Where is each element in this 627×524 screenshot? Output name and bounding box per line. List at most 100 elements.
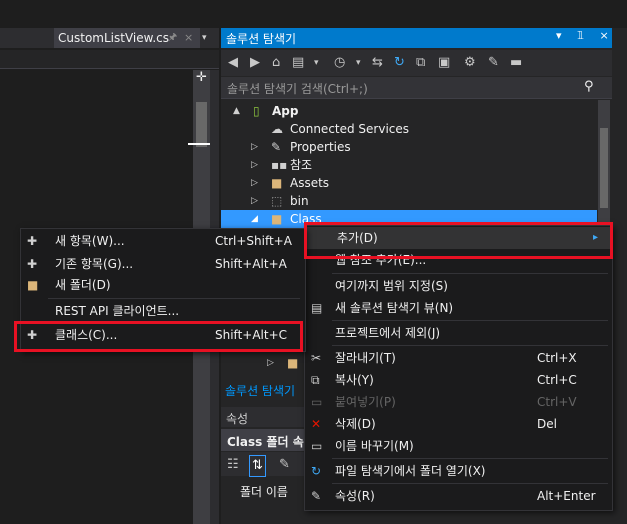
pin-icon[interactable]: 🖈 [168,28,177,48]
expand-arrow-icon[interactable]: ▷ [267,354,274,372]
switch-views-icon[interactable]: ▤ [292,53,304,73]
menu-item-label: 새 솔루션 탐색기 뷰(N) [335,301,454,315]
menu-item-label: 새 항목(W)... [55,234,125,248]
tree-item-references[interactable]: ▷ ▪▪ 참조 [221,156,597,174]
back-icon[interactable]: ◀ [228,53,238,73]
tab-solution-explorer[interactable]: 솔루션 탐색기 [221,380,305,402]
folder-dotted-icon: ⬚ [271,194,283,208]
rename-icon: ▭ [311,439,323,453]
menu-item-label: 복사(Y) [335,373,374,387]
wrench-icon[interactable]: ✎ [488,53,499,73]
wrench-icon: ✎ [271,140,282,154]
tree-scrollbar-thumb[interactable] [600,128,608,208]
collapse-all-icon[interactable]: ⧉ [416,53,425,73]
menu-item-label: 프로젝트에서 제외(J) [335,326,441,340]
menu-item-rename[interactable]: ▭ 이름 바꾸기(M) [305,435,610,457]
tree-item-assets[interactable]: ▷ ■ Assets [221,174,597,192]
menu-item-exclude-from-project[interactable]: 프로젝트에서 제외(J) [305,322,610,344]
menu-item-label: REST API 클라이언트... [55,304,180,318]
preview-icon[interactable]: ▬ [510,53,522,73]
folder-icon: ■ [271,212,283,226]
highlight-box-class [14,321,303,352]
tree-item-properties[interactable]: ▷ ✎ Properties [221,138,597,156]
cut-icon: ✂ [311,351,322,365]
delete-icon: ✕ [311,417,322,431]
tree-item-connected-services[interactable]: ☁ Connected Services [221,120,597,138]
tree-item-label: 참조 [290,158,313,172]
new-view-icon: ▤ [311,301,323,315]
properties-object-name: Class 폴더 속 [227,435,304,449]
menu-item-paste[interactable]: ▭ 붙여넣기(P) Ctrl+V [305,391,610,413]
dropdown-icon[interactable]: ▾ [356,53,361,73]
collapse-arrow-icon[interactable]: ▲ [233,102,240,120]
new-item-icon: ✚ [27,234,38,248]
submenu-item-existing-item[interactable]: ✚ 기존 항목(G)... Shift+Alt+A [21,253,303,275]
property-name-label: 폴더 이름 [240,485,288,499]
navigation-bar[interactable] [0,50,219,69]
wrench-icon: ✎ [311,489,322,503]
menu-separator [332,458,608,459]
reference-icon: ▪▪ [271,158,288,172]
submenu-item-new-item[interactable]: ✚ 새 항목(W)... Ctrl+Shift+A [21,230,303,252]
expand-arrow-icon[interactable]: ▷ [251,156,258,174]
tree-item-label: App [272,104,299,118]
split-editor-icon[interactable]: ✛ [194,70,209,86]
solution-explorer-title: 솔루션 탐색기 [226,32,297,46]
tree-item-app[interactable]: ▲ ▯ App [221,102,597,120]
tree-item-label: Assets [290,176,330,190]
tree-item-bin[interactable]: ▷ ⬚ bin [221,192,597,210]
menu-item-shortcut: Ctrl+X [537,351,577,365]
menu-item-label: 여기까지 범위 지정(S) [335,279,448,293]
menu-item-label: 잘라내기(T) [335,351,396,365]
menu-separator [48,298,300,299]
search-placeholder: 솔루션 탐색기 검색(Ctrl+;) [227,82,368,96]
menu-item-shortcut: Alt+Enter [537,489,596,503]
sync-icon[interactable]: ⇆ [372,53,383,73]
alphabetical-icon[interactable]: ⇅ [249,455,266,477]
new-folder-icon: ■ [27,278,39,292]
dropdown-icon[interactable]: ▾ [314,53,319,73]
menu-item-open-in-file-explorer[interactable]: ↻ 파일 탐색기에서 폴더 열기(X) [305,460,610,482]
menu-separator [332,483,608,484]
search-icon[interactable]: ⚲ [584,79,594,94]
paste-icon: ▭ [311,395,323,409]
expand-arrow-icon[interactable]: ▷ [251,174,258,192]
menu-item-copy[interactable]: ⧉ 복사(Y) Ctrl+C [305,369,610,391]
copy-icon: ⧉ [311,373,320,387]
properties-icon[interactable]: ⚙ [464,53,476,73]
pending-changes-icon[interactable]: ◷ [334,53,345,73]
categorized-icon[interactable]: ☷ [227,455,239,475]
scrollbar-thumb[interactable] [196,102,207,147]
close-icon[interactable]: × [184,28,193,48]
refresh-icon[interactable]: ↻ [394,53,405,73]
menu-separator [332,345,608,346]
menu-item-properties[interactable]: ✎ 속성(R) Alt+Enter [305,485,610,507]
menu-item-new-view[interactable]: ▤ 새 솔루션 탐색기 뷰(N) [305,297,610,319]
highlight-box-add [304,222,613,259]
submenu-item-new-folder[interactable]: ■ 새 폴더(D) [21,274,303,296]
home-icon[interactable]: ⌂ [272,53,280,73]
menu-item-shortcut: Shift+Alt+A [215,257,287,271]
show-all-files-icon[interactable]: ▣ [438,53,450,73]
phone-icon: ▯ [253,104,260,118]
menu-item-scope-to-this[interactable]: 여기까지 범위 지정(S) [305,275,610,297]
forward-icon[interactable]: ▶ [250,53,260,73]
folder-icon: ■ [287,356,299,370]
submenu-item-rest-api-client[interactable]: REST API 클라이언트... [21,300,303,322]
expand-arrow-icon[interactable]: ▷ [251,138,258,156]
tab-dropdown-icon[interactable]: ▾ [202,28,216,48]
menu-separator [332,273,608,274]
menu-item-shortcut: Del [537,417,557,431]
wrench-icon[interactable]: ✎ [279,455,290,475]
menu-item-delete[interactable]: ✕ 삭제(D) Del [305,413,610,435]
menu-item-label: 기존 항목(G)... [55,257,134,271]
expand-arrow-icon[interactable]: ▷ [251,192,258,210]
tree-item-label: bin [290,194,309,208]
collapse-arrow-icon[interactable]: ◢ [251,210,258,228]
menu-item-cut[interactable]: ✂ 잘라내기(T) Ctrl+X [305,347,610,369]
document-tab[interactable]: CustomListView.cs 🖈 × [54,28,200,48]
menu-item-shortcut: Ctrl+Shift+A [215,234,292,248]
menu-item-shortcut: Ctrl+V [537,395,577,409]
menu-item-label: 속성(R) [335,489,375,503]
window-control-icons[interactable]: ▾ 𝟙 × [556,29,615,42]
